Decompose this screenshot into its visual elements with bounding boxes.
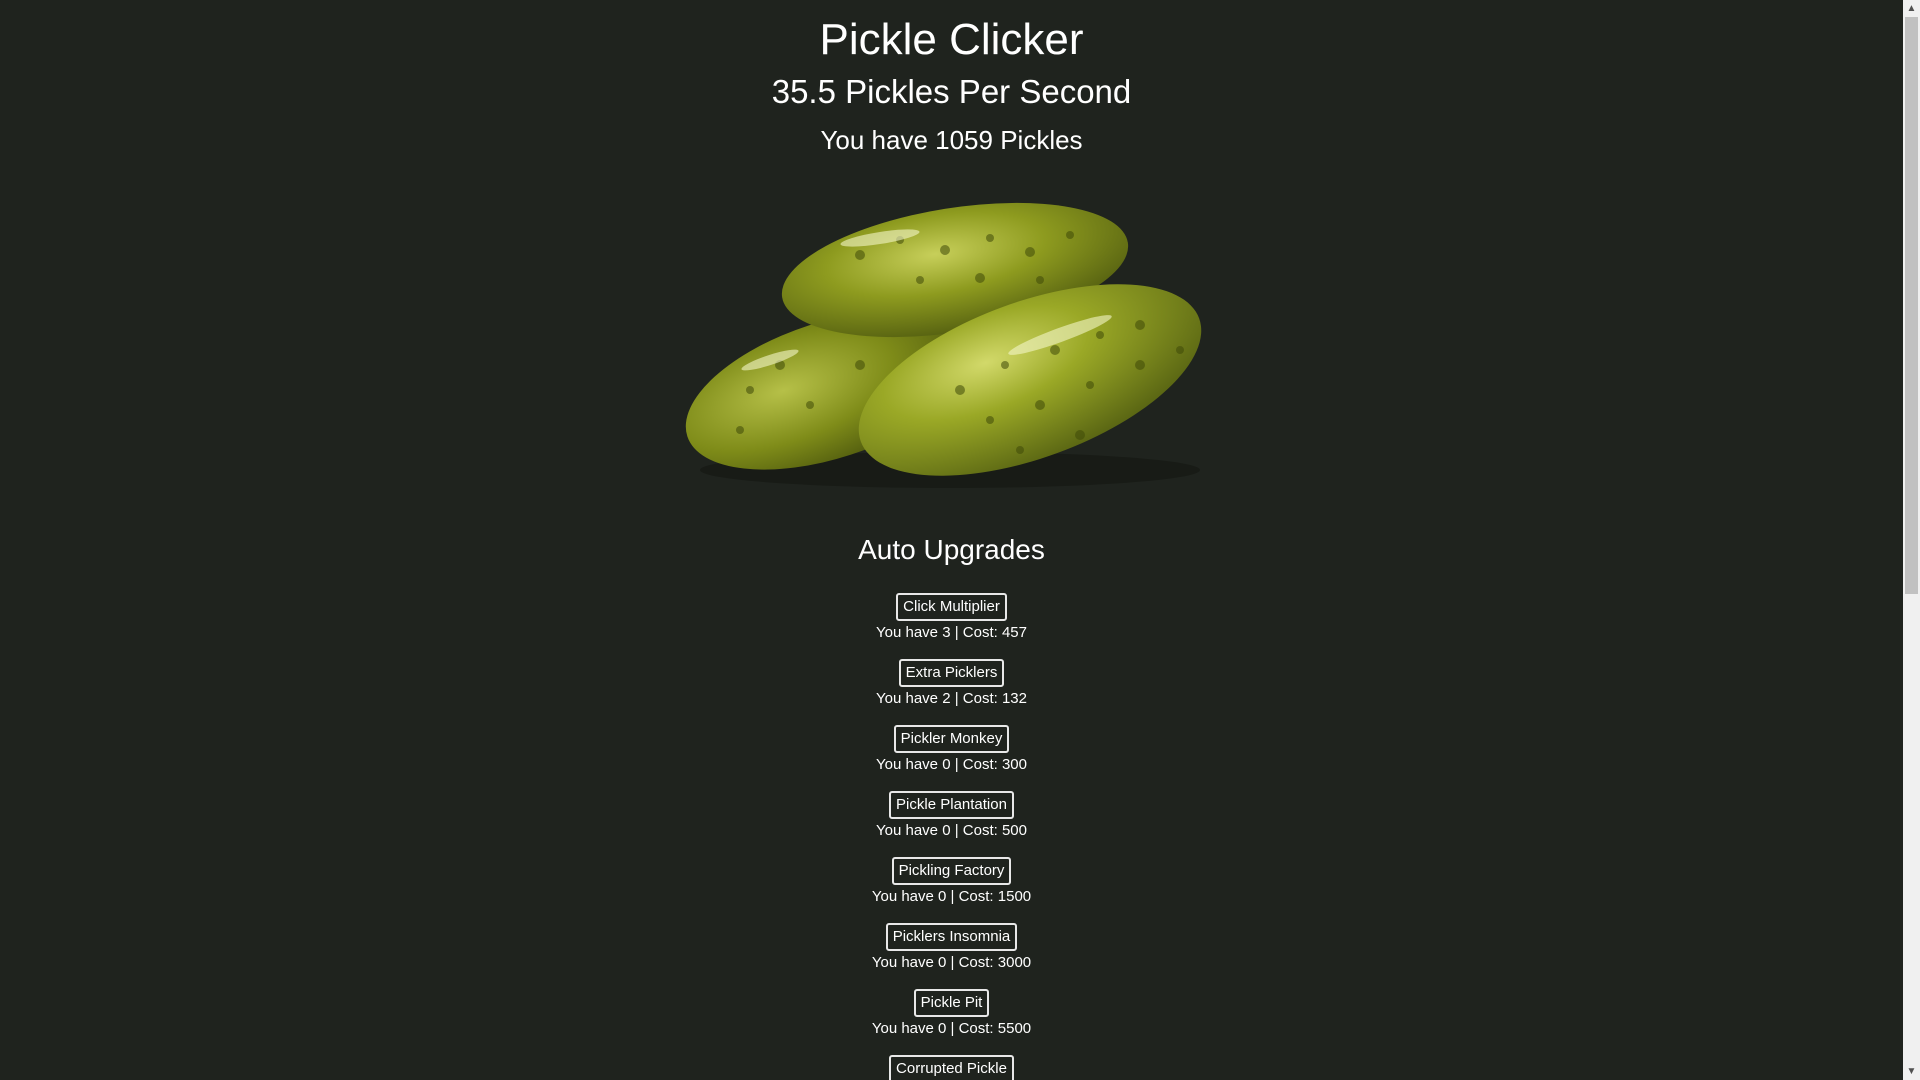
upgrade-corrupted-pickle: Corrupted Pickle (0, 1055, 1903, 1080)
pickle-click-target[interactable] (660, 160, 1240, 500)
pickle-plantation-button[interactable]: Pickle Plantation (889, 791, 1014, 819)
scrollbar-thumb[interactable] (1905, 17, 1918, 594)
upgrade-picklers-insomnia: Picklers Insomnia You have 0 | Cost: 300… (0, 923, 1903, 972)
upgrade-pickler-monkey: Pickler Monkey You have 0 | Cost: 300 (0, 725, 1903, 774)
upgrade-pickle-pit: Pickle Pit You have 0 | Cost: 5500 (0, 989, 1903, 1038)
pickling-factory-info: You have 0 | Cost: 1500 (871, 888, 1032, 905)
extra-picklers-button[interactable]: Extra Picklers (898, 659, 1005, 687)
pickler-monkey-info: You have 0 | Cost: 300 (876, 756, 1027, 773)
upgrade-pickle-plantation: Pickle Plantation You have 0 | Cost: 500 (0, 791, 1903, 840)
pickler-monkey-button[interactable]: Pickler Monkey (893, 725, 1010, 753)
picklers-insomnia-button[interactable]: Picklers Insomnia (885, 923, 1018, 951)
click-multiplier-info: You have 3 | Cost: 457 (876, 624, 1027, 641)
picklers-insomnia-info: You have 0 | Cost: 3000 (871, 954, 1032, 971)
pickle-pit-button[interactable]: Pickle Pit (913, 989, 990, 1017)
pickle-pit-info: You have 0 | Cost: 5500 (871, 1020, 1032, 1037)
pickle-clicker-page: Pickle Clicker 35.5 Pickles Per Second Y… (0, 0, 1903, 1080)
upgrade-extra-picklers: Extra Picklers You have 2 | Cost: 132 (0, 659, 1903, 708)
click-multiplier-button[interactable]: Click Multiplier (896, 593, 1007, 621)
scroll-up-arrow-icon[interactable]: ▲ (1903, 0, 1920, 17)
corrupted-pickle-button[interactable]: Corrupted Pickle (889, 1055, 1014, 1080)
page-title: Pickle Clicker (819, 15, 1084, 64)
vertical-scrollbar[interactable]: ▲ ▼ (1903, 0, 1920, 1080)
upgrade-click-multiplier: Click Multiplier You have 3 | Cost: 457 (0, 593, 1903, 642)
pickle-icon (685, 202, 1202, 488)
extra-picklers-info: You have 2 | Cost: 132 (876, 690, 1027, 707)
pickling-factory-button[interactable]: Pickling Factory (891, 857, 1012, 885)
pickle-plantation-info: You have 0 | Cost: 500 (876, 822, 1027, 839)
upgrade-pickling-factory: Pickling Factory You have 0 | Cost: 1500 (0, 857, 1903, 906)
scroll-down-arrow-icon[interactable]: ▼ (1903, 1063, 1920, 1080)
auto-upgrades-heading: Auto Upgrades (858, 534, 1045, 565)
pickles-per-second: 35.5 Pickles Per Second (771, 73, 1132, 110)
pickle-count: You have 1059 Pickles (820, 125, 1083, 155)
